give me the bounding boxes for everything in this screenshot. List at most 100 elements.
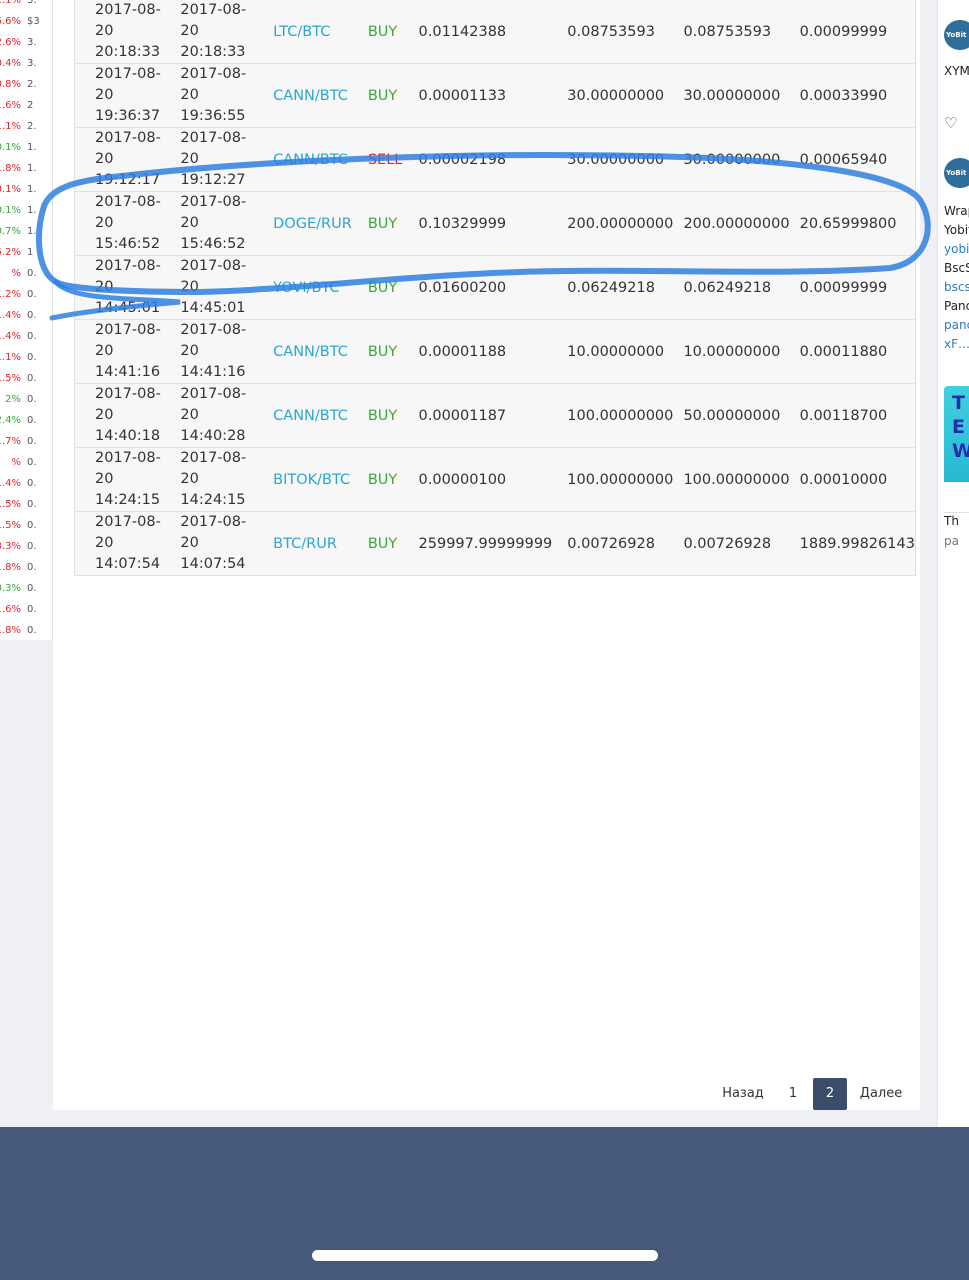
promo-banner-letter: T bbox=[952, 392, 965, 414]
trade-close-time: 2017-08- 20 19:36:55 bbox=[180, 63, 274, 128]
ticker-value: 1. bbox=[27, 142, 37, 153]
ticker-row[interactable]: 1.7% 0. bbox=[0, 431, 52, 452]
trade-amount: 0.06249218 bbox=[567, 255, 684, 320]
trade-close-time-day: 20 bbox=[180, 471, 199, 487]
ticker-row[interactable]: 1.5% 0. bbox=[0, 515, 52, 536]
trade-close-time-day: 20 bbox=[180, 535, 199, 551]
ticker-row[interactable]: 6.6% $3 bbox=[0, 11, 52, 32]
ticker-row[interactable]: 1.8% 0. bbox=[0, 620, 52, 640]
feed-post-link[interactable]: bscs bbox=[944, 280, 969, 294]
trade-pair-link[interactable]: CANN/BTC bbox=[273, 127, 368, 192]
ticker-change-pct: 1.5% bbox=[0, 520, 21, 531]
ticker-row[interactable]: 1.2% 0. bbox=[0, 284, 52, 305]
ticker-row[interactable]: 1.4% 0. bbox=[0, 305, 52, 326]
trade-total: 0.00065940 bbox=[799, 127, 916, 192]
ticker-row[interactable]: 2.4% 0. bbox=[0, 410, 52, 431]
trade-open-time-day: 20 bbox=[95, 87, 114, 103]
trade-side: BUY bbox=[367, 319, 419, 384]
ticker-row[interactable]: 0.1% 1. bbox=[0, 200, 52, 221]
trade-open-time-date: 2017-08- bbox=[95, 386, 161, 402]
ticker-value: 0. bbox=[27, 373, 37, 384]
pagination-page-1[interactable]: 1 bbox=[773, 1078, 813, 1110]
channel-avatar[interactable]: YoBit bbox=[944, 20, 969, 50]
ticker-row[interactable]: 1.5% 0. bbox=[0, 368, 52, 389]
pagination-page-2-current[interactable]: 2 bbox=[813, 1078, 847, 1110]
trade-close-time-date: 2017-08- bbox=[180, 194, 247, 210]
ticker-row[interactable]: 1.4% 0. bbox=[0, 326, 52, 347]
home-indicator[interactable] bbox=[312, 1250, 658, 1261]
feed-post-link[interactable]: yobit bbox=[944, 242, 969, 256]
pagination-prev-button[interactable]: Назад bbox=[713, 1078, 773, 1110]
ticker-row[interactable]: 1.8% 0. bbox=[0, 557, 52, 578]
trade-open-time: 2017-08- 20 20:18:33 bbox=[74, 0, 181, 64]
ticker-change-pct: % bbox=[11, 457, 21, 468]
ticker-change-pct: 0.1% bbox=[0, 184, 21, 195]
ticker-value: 3. bbox=[27, 58, 37, 69]
trade-amount: 30.00000000 bbox=[567, 63, 684, 128]
trade-pair-link[interactable]: DOGE/RUR bbox=[273, 191, 368, 256]
ticker-row[interactable]: 1.5% 0. bbox=[0, 494, 52, 515]
feed-post-link[interactable]: panc bbox=[944, 318, 969, 332]
trade-amount: 100.00000000 bbox=[567, 383, 684, 448]
ticker-row[interactable]: 0.1% 1. bbox=[0, 137, 52, 158]
promo-banner[interactable]: T E W bbox=[944, 386, 969, 482]
ticker-row[interactable]: % 0. bbox=[0, 452, 52, 473]
ticker-row[interactable]: 1.8% 1. bbox=[0, 158, 52, 179]
pagination-next-button[interactable]: Далее bbox=[847, 1078, 915, 1110]
trade-open-time-day: 20 bbox=[95, 471, 114, 487]
trade-pair-link[interactable]: CANN/BTC bbox=[273, 383, 368, 448]
feed-post-text: Panc bbox=[944, 299, 969, 313]
trade-pair-link[interactable]: LTC/BTC bbox=[273, 0, 368, 64]
ticker-row[interactable]: % 0. bbox=[0, 263, 52, 284]
trade-open-time-time: 15:46:52 bbox=[95, 236, 161, 252]
ticker-change-pct: 6.6% bbox=[0, 16, 21, 27]
trade-pair-link[interactable]: CANN/BTC bbox=[273, 319, 368, 384]
heart-icon[interactable]: ♡ bbox=[944, 114, 957, 132]
ticker-row[interactable]: 0.8% 2. bbox=[0, 74, 52, 95]
trade-close-time-time: 19:12:27 bbox=[180, 172, 246, 188]
trade-pair-link[interactable]: BITOK/BTC bbox=[273, 447, 368, 512]
trade-close-time-time: 14:24:15 bbox=[180, 492, 246, 508]
ticker-row[interactable]: 1.6% 2 bbox=[0, 95, 52, 116]
ticker-value: 0. bbox=[27, 289, 37, 300]
ticker-row[interactable]: 2.6% 3. bbox=[0, 32, 52, 53]
trade-close-time-date: 2017-08- bbox=[180, 386, 247, 402]
ticker-row[interactable]: 0.7% 1. bbox=[0, 221, 52, 242]
ticker-row[interactable]: 1.1% 2. bbox=[0, 116, 52, 137]
ticker-value: 1. bbox=[27, 163, 37, 174]
trade-price: 0.01142388 bbox=[418, 0, 568, 64]
ticker-row[interactable]: 5.2% 1 bbox=[0, 242, 52, 263]
ticker-row[interactable]: 3.3% 0. bbox=[0, 536, 52, 557]
channel-avatar[interactable]: YoBit bbox=[944, 158, 969, 188]
trade-open-time-time: 19:12:17 bbox=[95, 172, 161, 188]
trade-pair-link[interactable]: BTC/RUR bbox=[273, 511, 368, 576]
ticker-change-pct: 1.1% bbox=[0, 0, 21, 6]
ticker-row[interactable]: 0.3% 0. bbox=[0, 578, 52, 599]
ticker-change-pct: 1.2% bbox=[0, 289, 21, 300]
ticker-row[interactable]: 1.1% 0. bbox=[0, 347, 52, 368]
ticker-change-pct: 2.4% bbox=[0, 415, 21, 426]
feed-post-text: XYM bbox=[944, 64, 969, 78]
ticker-change-pct: 1.6% bbox=[0, 604, 21, 615]
trade-close-time-date: 2017-08- bbox=[180, 2, 247, 18]
trade-pair-link[interactable]: CANN/BTC bbox=[273, 63, 368, 128]
trade-total: 0.00099999 bbox=[799, 255, 916, 320]
ticker-row[interactable]: 2% 0. bbox=[0, 389, 52, 410]
trade-amount: 30.00000000 bbox=[567, 127, 684, 192]
ticker-row[interactable]: 1.6% 0. bbox=[0, 599, 52, 620]
feed-post-link[interactable]: xF… bbox=[944, 337, 969, 351]
ticker-change-pct: 1.7% bbox=[0, 436, 21, 447]
ticker-value: 1. bbox=[27, 184, 37, 195]
ticker-row[interactable]: 0.4% 3. bbox=[0, 53, 52, 74]
ticker-row[interactable]: 1.4% 0. bbox=[0, 473, 52, 494]
trade-side: BUY bbox=[367, 191, 419, 256]
ticker-row[interactable]: 1.1% 3. bbox=[0, 0, 52, 11]
ticker-row[interactable]: 0.1% 1. bbox=[0, 179, 52, 200]
trade-close-time-time: 14:41:16 bbox=[180, 364, 246, 380]
trade-open-time-date: 2017-08- bbox=[95, 66, 161, 82]
ticker-change-pct: 2% bbox=[5, 394, 21, 405]
trade-close-time: 2017-08- 20 14:07:54 bbox=[180, 511, 274, 576]
trade-history-table: 2017-08- 20 20:18:33 2017-08- 20 20:18:33 LTC/… bbox=[74, 0, 916, 576]
trade-side: BUY bbox=[367, 0, 419, 64]
trade-pair-link[interactable]: YOVI/BTC bbox=[273, 255, 368, 320]
